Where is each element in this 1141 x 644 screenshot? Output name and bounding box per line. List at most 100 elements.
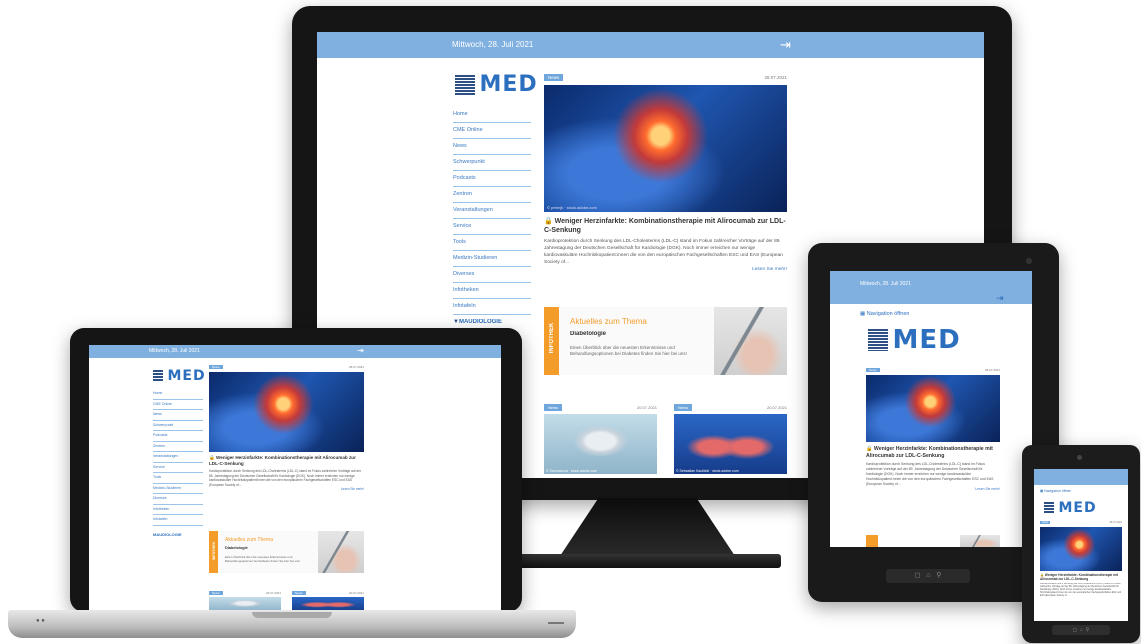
logo-mark-icon [1044, 501, 1054, 514]
phone-logo[interactable]: MED [1044, 499, 1097, 517]
phone-menu-toggle[interactable]: ▦ Navigation öffnen [1040, 489, 1071, 493]
home-icon[interactable]: ⌂ [1080, 627, 1083, 633]
nav-item-veranstaltungen[interactable]: Veranstaltungen [153, 452, 203, 463]
card-image[interactable]: © Tomsickova · stock.adobe.com [544, 414, 657, 474]
card-tag[interactable]: News [209, 591, 223, 595]
phone-camera-icon [1077, 455, 1082, 460]
laptop-login-icon[interactable]: ⇥ [357, 346, 364, 355]
nav-item-cme-online[interactable]: CME Online [453, 123, 531, 139]
nav-item-veranstaltungen[interactable]: Veranstaltungen [453, 203, 531, 219]
article-title[interactable]: 🔒 Weniger Herzinfarkte: Kombinationsther… [1040, 573, 1122, 582]
tablet-main-article[interactable]: News 28.07.2021 🔒 Weniger Herzinfarkte: … [866, 368, 1000, 491]
nav-item-service[interactable]: Service [153, 463, 203, 473]
nav-item-infotheken[interactable]: Infotheken [153, 505, 203, 515]
nav-item-tools[interactable]: Tools [453, 235, 531, 251]
article-title[interactable]: 🔒 Weniger Herzinfarkte: Kombinationsther… [209, 455, 364, 467]
infothek-box[interactable]: INFOTHEK Aktuelles zum Thema Diabetologi… [544, 307, 787, 375]
article-date: 28.07.2021 [984, 368, 1000, 372]
nav-item-zentren[interactable]: Zentren [153, 442, 203, 452]
main-article[interactable]: News 28.07.2021 © peterjk · stock.adobe.… [544, 74, 787, 272]
home-icon[interactable]: ⌂ [926, 572, 930, 579]
nav-item-cme-online[interactable]: CME Online [153, 400, 203, 410]
infothek-image [318, 531, 364, 573]
nav-item-infotafeln[interactable]: Infotafeln [453, 299, 531, 315]
phone: ▦ Navigation öffnen MED News 28.07.2021 … [1022, 445, 1140, 643]
card-date: 20.07.2021 [348, 591, 364, 595]
nav-item-diverses[interactable]: Diverses [453, 267, 531, 283]
article-image[interactable] [1040, 527, 1122, 571]
laptop-base: ● ● [8, 610, 576, 638]
lock-icon: 🔒 [209, 455, 215, 460]
search-icon[interactable]: ⚲ [936, 572, 941, 579]
nav-item-schwerpunkt[interactable]: Schwerpunkt [153, 421, 203, 431]
read-more-link[interactable]: Lesen Sie mehr! [866, 487, 1000, 491]
partner-logo[interactable]: MAUDIOLOGIE [153, 532, 203, 537]
logo-mark-icon [455, 74, 475, 95]
nav-item-diverses[interactable]: Diverses [153, 494, 203, 505]
tablet-menu-toggle[interactable]: ▦ Navigation öffnen [860, 311, 909, 317]
article-tag[interactable]: News [866, 368, 880, 372]
article-title[interactable]: 🔒 Weniger Herzinfarkte: Kombinationsther… [866, 446, 1000, 460]
site-logo[interactable]: MED [455, 72, 538, 97]
nav-item-schwerpunkt[interactable]: Schwerpunkt [453, 155, 531, 171]
login-arrow-icon[interactable]: ⇥ [780, 37, 791, 53]
nav-item-infotafeln[interactable]: Infotafeln [153, 515, 203, 526]
phone-main-article[interactable]: News 28.07.2021 🔒 Weniger Herzinfarkte: … [1040, 521, 1122, 599]
laptop-logo[interactable]: MED [153, 367, 206, 385]
laptop-trackpad-notch [252, 612, 332, 618]
tablet-date: Mittwoch, 28. Juli 2021 [860, 281, 911, 287]
current-date: Mittwoch, 28. Juli 2021 [452, 40, 534, 49]
nav-item-news[interactable]: News [453, 139, 531, 155]
article-title-text: Weniger Herzinfarkte: Kombinationstherap… [1040, 573, 1118, 582]
back-icon[interactable]: ◻ [1073, 627, 1077, 633]
card-tag[interactable]: News [544, 404, 563, 411]
article-image[interactable]: © peterjk · stock.adobe.com [544, 85, 787, 212]
article-title[interactable]: 🔒 Weniger Herzinfarkte: Kombinationsther… [544, 217, 787, 235]
article-image[interactable] [209, 372, 364, 452]
tablet-login-icon[interactable]: ⇥ [996, 293, 1004, 304]
tablet-logo[interactable]: MED [868, 325, 961, 355]
nav-item-podcasts[interactable]: Podcasts [453, 171, 531, 187]
card-tag[interactable]: News [674, 404, 693, 411]
phone-top-bar [1034, 469, 1128, 485]
read-more-link[interactable]: Lesen Sie mehr! [209, 487, 364, 491]
nav-item-tools[interactable]: Tools [153, 473, 203, 484]
article-tag[interactable]: News [1040, 521, 1051, 524]
card-image[interactable] [209, 597, 281, 611]
monitor-base [515, 554, 781, 568]
laptop-card-2[interactable]: News 20.07.2021 [292, 591, 364, 611]
card-tag[interactable]: News [292, 591, 306, 595]
nav-item-podcasts[interactable]: Podcasts [153, 431, 203, 442]
article-body: Kardioprotektion durch Senkung des LDL-C… [209, 469, 362, 487]
news-card-1[interactable]: News 20.07.2021 © Tomsickova · stock.ado… [544, 404, 657, 478]
article-body: Kardioprotektion durch Senkung des LDL-C… [1040, 582, 1122, 598]
nav-item-home[interactable]: Home [453, 107, 531, 123]
logo-mark-icon [868, 329, 888, 351]
nav-item-zentren[interactable]: Zentren [453, 187, 531, 203]
infothek-heading: Aktuelles zum Thema [225, 537, 273, 543]
article-image[interactable] [866, 375, 1000, 442]
laptop-top-bar: Mittwoch, 28. Juli 2021 ⇥ [89, 345, 501, 358]
card-image[interactable]: © Sebastian Kaulitzki · stock.adobe.com [674, 414, 787, 474]
article-tag[interactable]: News [544, 74, 564, 81]
nav-item-news[interactable]: News [153, 410, 203, 421]
nav-item-home[interactable]: Home [153, 389, 203, 400]
laptop-infothek[interactable]: INFOTHEK Aktuelles zum Thema Diabetologi… [209, 531, 364, 573]
search-icon[interactable]: ⚲ [1086, 627, 1090, 633]
news-card-2[interactable]: News 20.07.2021 © Sebastian Kaulitzki · … [674, 404, 787, 478]
card-caption: © Sebastian Kaulitzki · stock.adobe.com [676, 469, 739, 473]
nav-item-service[interactable]: Service [453, 219, 531, 235]
nav-item-medizin-studieren[interactable]: Medizin-Studieren [453, 251, 531, 267]
back-icon[interactable]: ◻ [915, 572, 921, 579]
laptop-main-article[interactable]: News 28.07.2021 🔒 Weniger Herzinfarkte: … [209, 365, 364, 491]
laptop-card-1[interactable]: News 20.07.2021 [209, 591, 281, 611]
partner-logo[interactable]: ▼MAUDIOLOGIE [453, 319, 531, 325]
infothek-side-label: INFOTHEK [544, 307, 559, 375]
card-image[interactable] [292, 597, 364, 611]
nav-item-infotheken[interactable]: Infotheken [453, 283, 531, 299]
nav-item-medizin-studieren[interactable]: Medizin-Studieren [153, 484, 203, 494]
article-tag[interactable]: News [209, 365, 223, 369]
phone-home-bar: ◻ ⌂ ⚲ [1052, 625, 1110, 635]
article-title-text: Weniger Herzinfarkte: Kombinationstherap… [209, 455, 356, 466]
read-more-link[interactable]: Lesen Sie mehr! [544, 267, 787, 272]
